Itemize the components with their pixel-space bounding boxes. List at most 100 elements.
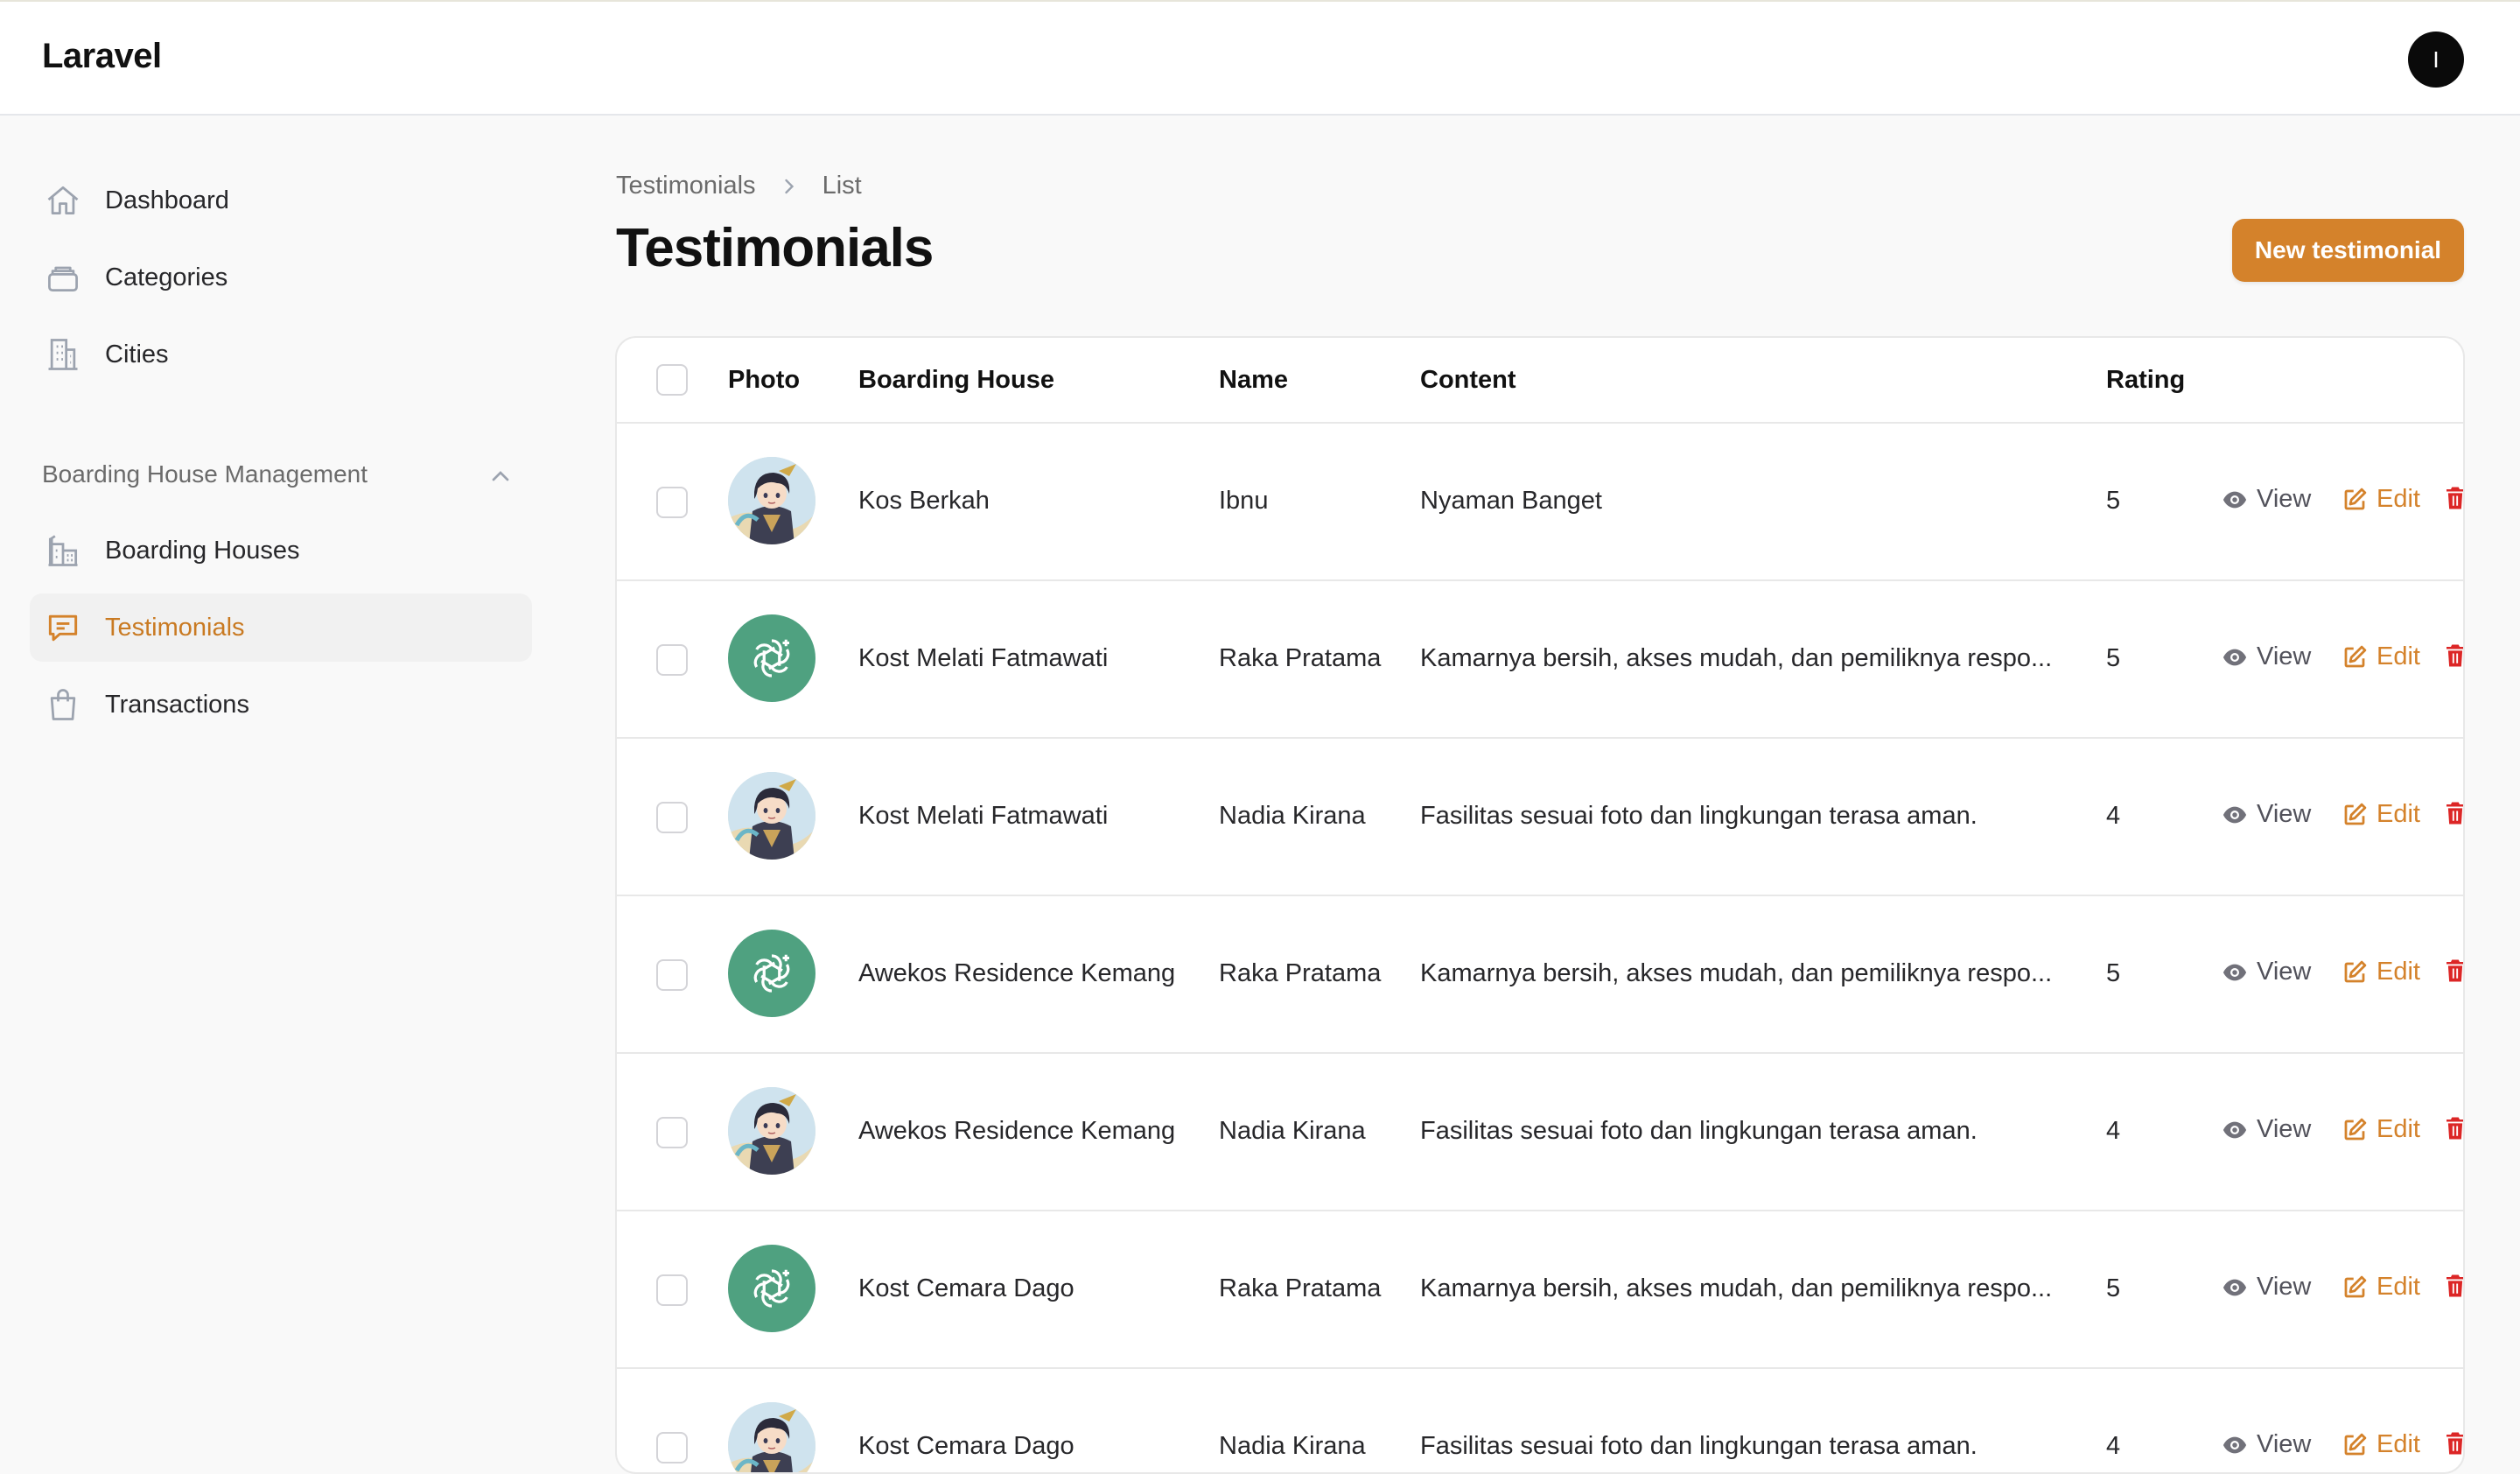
table-row[interactable]: Kos Berkah Ibnu Nyaman Banget 5 View Edi…	[617, 424, 2463, 581]
edit-action[interactable]: Edit	[2342, 800, 2420, 829]
chevron-up-icon[interactable]	[486, 462, 514, 490]
view-action[interactable]: View	[2222, 958, 2311, 986]
edit-icon	[2344, 1275, 2367, 1297]
cell-rating: 5	[2106, 487, 2121, 515]
row-checkbox[interactable]	[656, 1432, 688, 1463]
edit-action[interactable]: Edit	[2342, 1115, 2420, 1144]
row-checkbox[interactable]	[656, 487, 688, 518]
cell-content: Kamarnya bersih, akses mudah, dan pemili…	[1420, 644, 2053, 672]
edit-icon	[2344, 1118, 2367, 1140]
breadcrumb-current: List	[822, 172, 862, 200]
view-action[interactable]: View	[2222, 1430, 2311, 1459]
sidebar: Dashboard Categories Cities Boarding Hou…	[0, 117, 560, 1423]
sidebar-item-label: Categories	[105, 263, 228, 291]
sidebar-item-dashboard[interactable]: Dashboard	[30, 166, 532, 235]
cell-boarding-house: Awekos Residence Kemang	[858, 959, 1176, 987]
column-header-name[interactable]: Name	[1219, 366, 1288, 395]
delete-action[interactable]	[2442, 1430, 2463, 1456]
trash-icon	[2446, 802, 2463, 825]
cell-content: Kamarnya bersih, akses mudah, dan pemili…	[1420, 1274, 2053, 1302]
row-checkbox[interactable]	[656, 1117, 688, 1148]
edit-label: Edit	[2376, 1273, 2420, 1301]
testimonial-photo	[728, 1087, 816, 1175]
delete-action[interactable]	[2442, 958, 2463, 984]
view-action[interactable]: View	[2222, 642, 2311, 671]
sidebar-item-boarding-houses[interactable]: Boarding Houses	[30, 516, 532, 585]
cell-rating: 4	[2106, 1117, 2121, 1145]
edit-action[interactable]: Edit	[2342, 1273, 2420, 1302]
delete-action[interactable]	[2442, 642, 2463, 669]
delete-action[interactable]	[2442, 800, 2463, 826]
chat-icon	[44, 608, 82, 647]
cell-boarding-house: Awekos Residence Kemang	[858, 1117, 1176, 1145]
edit-action[interactable]: Edit	[2342, 1430, 2420, 1459]
cell-rating: 5	[2106, 1274, 2121, 1302]
nav-group-label[interactable]: Boarding House Management	[42, 460, 368, 488]
edit-label: Edit	[2376, 642, 2420, 670]
trash-icon	[2446, 959, 2463, 982]
row-checkbox[interactable]	[656, 1274, 688, 1306]
column-header-rating[interactable]: Rating	[2106, 366, 2185, 395]
cell-content: Fasilitas sesuai foto dan lingkungan ter…	[1420, 1432, 1978, 1460]
testimonial-photo	[728, 1245, 816, 1332]
trash-icon	[2446, 1432, 2463, 1455]
view-action[interactable]: View	[2222, 1115, 2311, 1144]
user-avatar[interactable]: I	[2408, 32, 2464, 88]
table-row[interactable]: Kost Cemara Dago Nadia Kirana Fasilitas …	[617, 1369, 2463, 1472]
edit-action[interactable]: Edit	[2342, 958, 2420, 986]
view-label: View	[2257, 800, 2312, 828]
column-header-content[interactable]: Content	[1420, 366, 1516, 395]
table-row[interactable]: Awekos Residence Kemang Raka Pratama Kam…	[617, 896, 2463, 1054]
view-label: View	[2257, 1115, 2312, 1143]
cell-boarding-house: Kost Melati Fatmawati	[858, 644, 1109, 672]
breadcrumb-parent[interactable]: Testimonials	[616, 172, 756, 200]
delete-action[interactable]	[2442, 1273, 2463, 1299]
view-action[interactable]: View	[2222, 1273, 2311, 1302]
edit-label: Edit	[2376, 485, 2420, 513]
eye-icon	[2222, 649, 2247, 665]
character-avatar-image	[728, 457, 816, 544]
trash-icon	[2446, 1117, 2463, 1140]
sidebar-item-categories[interactable]: Categories	[30, 243, 532, 312]
testimonial-photo	[728, 614, 816, 702]
sidebar-item-cities[interactable]: Cities	[30, 320, 532, 389]
row-checkbox[interactable]	[656, 959, 688, 991]
row-checkbox[interactable]	[656, 802, 688, 833]
testimonials-table: Photo Boarding House Name Content Rating…	[615, 336, 2465, 1474]
ai-logo-icon	[753, 1269, 790, 1308]
sidebar-item-testimonials[interactable]: Testimonials	[30, 593, 532, 662]
testimonial-photo	[728, 930, 816, 1017]
column-header-boarding-house[interactable]: Boarding House	[858, 366, 1054, 395]
cell-name: Nadia Kirana	[1219, 1117, 1366, 1145]
cell-boarding-house: Kost Melati Fatmawati	[858, 802, 1109, 830]
sidebar-item-transactions[interactable]: Transactions	[30, 670, 532, 739]
table-header: Photo Boarding House Name Content Rating	[617, 338, 2463, 424]
select-all-checkbox[interactable]	[656, 364, 688, 396]
view-label: View	[2257, 642, 2312, 670]
testimonial-photo	[728, 772, 816, 860]
edit-label: Edit	[2376, 1115, 2420, 1143]
character-avatar-image	[728, 1402, 816, 1472]
edit-action[interactable]: Edit	[2342, 485, 2420, 514]
table-row[interactable]: Kost Cemara Dago Raka Pratama Kamarnya b…	[617, 1211, 2463, 1369]
testimonial-photo	[728, 457, 816, 544]
edit-label: Edit	[2376, 958, 2420, 986]
view-label: View	[2257, 1273, 2312, 1301]
new-testimonial-button[interactable]: New testimonial	[2232, 219, 2464, 282]
row-checkbox[interactable]	[656, 644, 688, 676]
edit-icon	[2344, 803, 2367, 825]
delete-action[interactable]	[2442, 485, 2463, 511]
table-row[interactable]: Kost Melati Fatmawati Raka Pratama Kamar…	[617, 581, 2463, 739]
edit-action[interactable]: Edit	[2342, 642, 2420, 671]
table-row[interactable]: Kost Melati Fatmawati Nadia Kirana Fasil…	[617, 739, 2463, 896]
view-action[interactable]: View	[2222, 485, 2311, 514]
cell-name: Raka Pratama	[1219, 644, 1382, 672]
brand-logo[interactable]: Laravel	[42, 37, 162, 76]
cell-name: Nadia Kirana	[1219, 802, 1366, 830]
delete-action[interactable]	[2442, 1115, 2463, 1141]
table-row[interactable]: Awekos Residence Kemang Nadia Kirana Fas…	[617, 1054, 2463, 1211]
page-title: Testimonials	[616, 218, 934, 278]
column-header-photo[interactable]: Photo	[728, 366, 800, 395]
building-office-icon	[44, 531, 82, 570]
view-action[interactable]: View	[2222, 800, 2311, 829]
